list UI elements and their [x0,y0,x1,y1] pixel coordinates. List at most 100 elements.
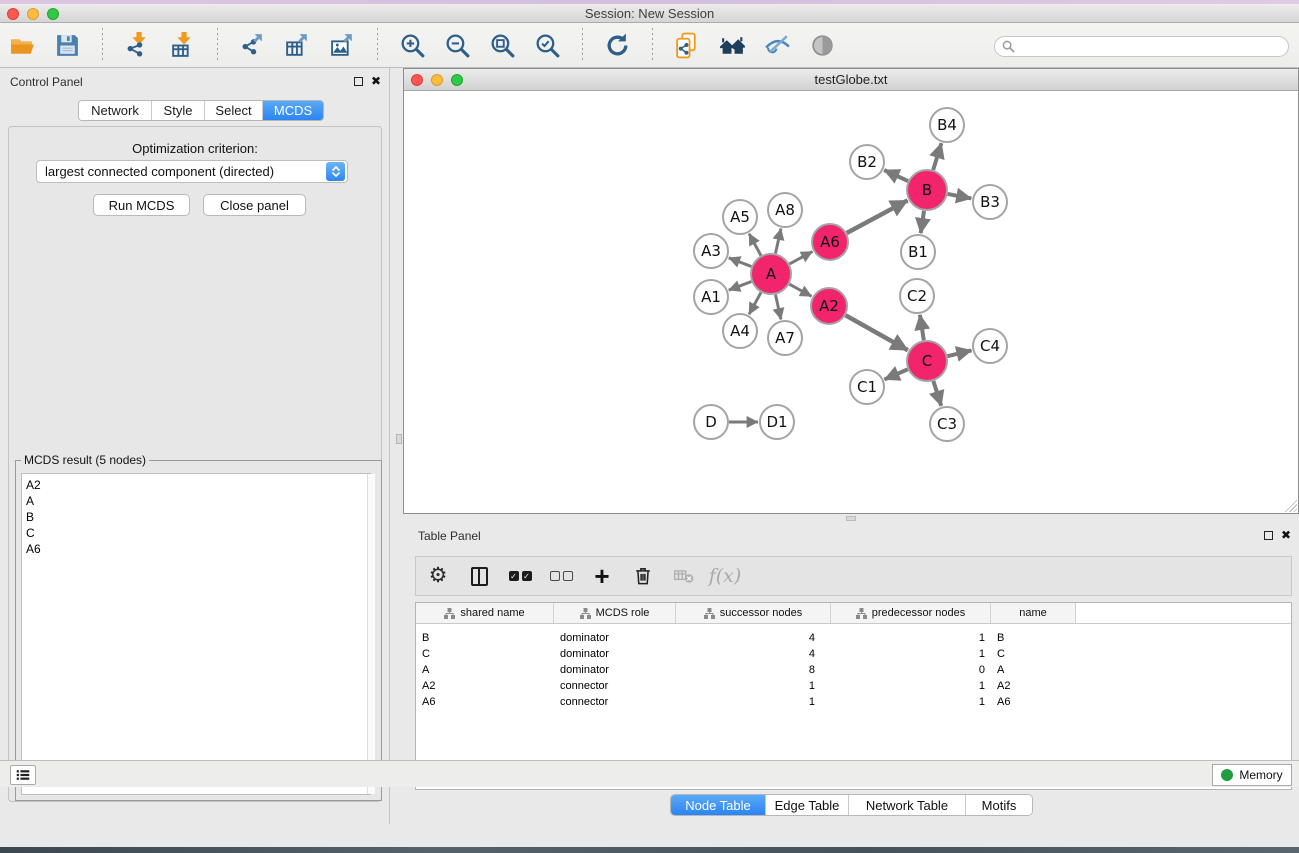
graph-node-label-A4: A4 [730,322,750,340]
list-item[interactable]: A [26,493,370,509]
import-network-icon[interactable] [115,27,160,63]
window-titlebar[interactable]: Session: New Session [0,4,1299,23]
list-item[interactable]: A2 [26,477,370,493]
chevron-up-down-icon [326,162,345,181]
graph-edge-B-B4[interactable] [933,143,941,170]
birdseye-icon[interactable] [800,27,845,63]
graph-edge-A-A2[interactable] [789,284,811,296]
tab-mcds[interactable]: MCDS [263,101,323,120]
table-row[interactable]: B dominator 4 1 B [416,630,1291,646]
network-canvas[interactable]: B4B2BB3B1A5A8A6A3AA1A2A4A7C2CC4C1C3DD1 [404,92,1298,513]
run-mcds-button[interactable]: Run MCDS [93,194,190,216]
gear-icon[interactable]: ⚙ [426,564,450,588]
vertical-splitter-handle[interactable] [396,434,402,444]
task-history-button[interactable] [10,765,36,785]
status-bar: Memory [0,760,1299,787]
graph-node-label-C1: C1 [857,378,877,396]
delete-table-icon[interactable] [672,564,696,588]
tab-motifs[interactable]: Motifs [966,795,1032,815]
list-item[interactable]: A6 [26,541,370,557]
criterion-select[interactable]: largest connected component (directed) [36,160,348,183]
graph-edge-B-B3[interactable] [948,194,972,199]
graph-edge-A2-C[interactable] [846,315,908,350]
graph-edge-C-C4[interactable] [947,350,971,356]
export-network-icon[interactable] [230,27,275,63]
deselect-all-icon[interactable] [549,564,573,588]
graph-edge-A6-B[interactable] [847,200,908,233]
graph-edge-A-A8[interactable] [775,229,780,254]
export-table-icon[interactable] [275,27,320,63]
select-all-icon[interactable]: ✓✓ [508,564,532,588]
network-window-titlebar[interactable]: testGlobe.txt [404,69,1298,91]
table-row[interactable]: A dominator 8 0 A [416,662,1291,678]
graph-node-label-C4: C4 [980,337,1000,355]
graph-node-label-B3: B3 [980,193,1000,211]
graph-node-label-A7: A7 [775,329,795,347]
save-session-icon[interactable] [45,27,90,63]
refresh-icon[interactable] [595,27,640,63]
zoom-selected-icon[interactable] [525,27,570,63]
toolbar-separator [652,28,653,62]
graph-edge-C-C2[interactable] [920,315,924,340]
clone-network-icon[interactable] [665,27,710,63]
graph-edge-A-A1[interactable] [729,282,752,291]
toolbar-separator [377,28,378,62]
tab-network-table[interactable]: Network Table [849,795,966,815]
graph-edge-C-C3[interactable] [933,381,941,406]
search-field[interactable] [994,36,1289,57]
mcds-result-list[interactable]: A2 A B C A6 [21,473,371,795]
function-builder-icon[interactable]: f(x) [713,564,737,588]
network-graph[interactable]: B4B2BB3B1A5A8A6A3AA1A2A4A7C2CC4C1C3DD1 [404,92,1298,513]
tab-network[interactable]: Network [79,101,152,120]
graph-node-label-B2: B2 [857,153,877,171]
close-table-panel-icon[interactable]: ✖ [1281,530,1291,540]
table-row[interactable]: A2 connector 1 1 A2 [416,678,1291,694]
import-table-icon[interactable] [160,27,205,63]
add-column-icon[interactable]: + [590,564,614,588]
result-scrollbar[interactable] [367,474,375,794]
column-split-icon[interactable] [467,564,491,588]
column-header-predecessor-nodes[interactable]: predecessor nodes [831,603,991,623]
float-panel-icon[interactable] [354,77,363,86]
network-view-window: testGlobe.txt B4B2BB3B1A5A8A6A3AA1A2A4A7… [403,68,1299,514]
close-panel-button[interactable]: Close panel [203,194,306,216]
graph-edge-A-A4[interactable] [749,292,761,314]
graph-edge-B-B1[interactable] [921,211,924,233]
tab-edge-table[interactable]: Edge Table [766,795,849,815]
cybrowser-home-icon[interactable] [710,27,755,63]
graph-edge-A-A5[interactable] [749,234,761,256]
graph-node-label-A1: A1 [701,288,721,306]
tab-node-table[interactable]: Node Table [671,795,766,815]
list-item[interactable]: B [26,509,370,525]
table-row[interactable]: C dominator 4 1 C [416,646,1291,662]
graph-edge-A-A6[interactable] [789,252,812,264]
hide-panel-eye-icon[interactable] [755,27,800,63]
table-row[interactable]: A6 connector 1 1 A6 [416,694,1291,710]
list-item[interactable]: C [26,525,370,541]
memory-button[interactable]: Memory [1212,764,1292,786]
graph-edge-A-A3[interactable] [729,258,752,267]
open-session-icon[interactable] [0,27,45,63]
zoom-in-icon[interactable] [390,27,435,63]
zoom-fit-icon[interactable] [480,27,525,63]
table-panel-title: Table Panel [418,529,481,543]
graph-edge-A-A7[interactable] [775,295,780,320]
export-image-icon[interactable] [320,27,365,63]
delete-column-icon[interactable] [631,564,655,588]
tab-style[interactable]: Style [152,101,205,120]
horizontal-splitter-handle[interactable] [846,516,856,521]
search-input[interactable] [1020,39,1288,55]
criterion-selected-value: largest connected component (directed) [37,164,326,179]
zoom-out-icon[interactable] [435,27,480,63]
control-panel-tabs: Network Style Select MCDS [78,100,324,121]
mcds-result-title: MCDS result (5 nodes) [21,453,149,467]
close-panel-icon[interactable]: ✖ [371,76,381,86]
tab-select[interactable]: Select [205,101,263,120]
graph-edge-B-B2[interactable] [884,170,908,181]
column-header-name[interactable]: name [991,603,1076,623]
column-header-successor-nodes[interactable]: successor nodes [676,603,831,623]
float-table-panel-icon[interactable] [1264,531,1273,540]
graph-edge-C-C1[interactable] [884,369,907,379]
column-header-mcds-role[interactable]: MCDS role [554,603,676,623]
column-header-shared-name[interactable]: shared name [416,603,554,623]
